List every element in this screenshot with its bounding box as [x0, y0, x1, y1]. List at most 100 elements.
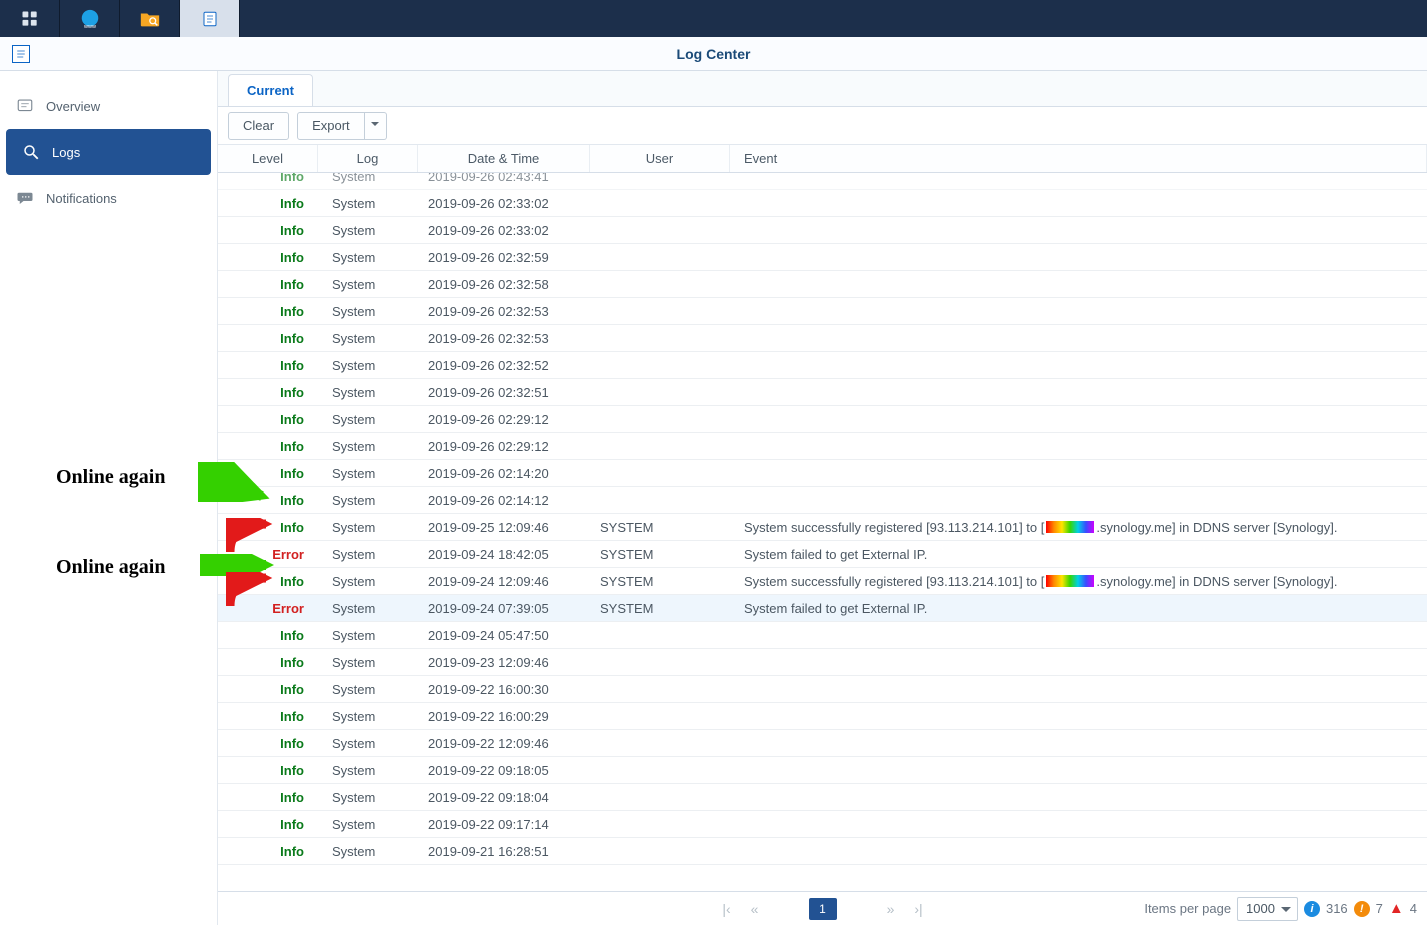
table-row[interactable]: InfoSystem2019-09-26 02:32:53 — [218, 325, 1427, 352]
table-row[interactable]: InfoSystem2019-09-24 12:09:46SYSTEMSyste… — [218, 568, 1427, 595]
taskbar-main-menu[interactable] — [0, 0, 60, 37]
table-row[interactable]: InfoSystem2019-09-22 09:17:14 — [218, 811, 1427, 838]
table-row[interactable]: InfoSystem2019-09-25 12:09:46SYSTEMSyste… — [218, 514, 1427, 541]
page-prev[interactable]: « — [741, 901, 769, 917]
cell-user — [590, 173, 730, 189]
table-row[interactable]: InfoSystem2019-09-26 02:32:53 — [218, 298, 1427, 325]
table-row[interactable]: InfoSystem2019-09-26 02:32:51 — [218, 379, 1427, 406]
cell-event — [730, 379, 1427, 405]
svg-text:www: www — [83, 24, 96, 30]
cell-log: System — [318, 676, 418, 702]
cell-user: SYSTEM — [590, 595, 730, 621]
cell-datetime: 2019-09-26 02:43:41 — [418, 173, 590, 189]
table-row[interactable]: ErrorSystem2019-09-24 07:39:05SYSTEMSyst… — [218, 595, 1427, 622]
th-log[interactable]: Log — [318, 145, 418, 172]
cell-datetime: 2019-09-21 16:28:51 — [418, 838, 590, 864]
cell-log: System — [318, 460, 418, 486]
tab-current[interactable]: Current — [228, 74, 313, 106]
table-row[interactable]: InfoSystem2019-09-24 05:47:50 — [218, 622, 1427, 649]
th-user[interactable]: User — [590, 145, 730, 172]
cell-level: Info — [218, 244, 318, 270]
cell-level: Info — [218, 217, 318, 243]
table-row[interactable]: InfoSystem2019-09-26 02:29:12 — [218, 406, 1427, 433]
cell-log: System — [318, 730, 418, 756]
cell-level: Info — [218, 730, 318, 756]
cell-datetime: 2019-09-26 02:14:20 — [418, 460, 590, 486]
cell-event — [730, 271, 1427, 297]
cell-user: SYSTEM — [590, 514, 730, 540]
table-row[interactable]: InfoSystem2019-09-26 02:32:59 — [218, 244, 1427, 271]
table-row[interactable]: InfoSystem2019-09-23 12:09:46 — [218, 649, 1427, 676]
th-datetime[interactable]: Date & Time — [418, 145, 590, 172]
taskbar-web[interactable]: www — [60, 0, 120, 37]
cell-log: System — [318, 757, 418, 783]
cell-event — [730, 784, 1427, 810]
table-row[interactable]: InfoSystem2019-09-26 02:32:52 — [218, 352, 1427, 379]
table-row[interactable]: InfoSystem2019-09-26 02:32:58 — [218, 271, 1427, 298]
sidebar-item-notifications[interactable]: Notifications — [0, 175, 217, 221]
page-next[interactable]: » — [877, 901, 905, 917]
cell-event — [730, 811, 1427, 837]
table-row[interactable]: ErrorSystem2019-09-24 18:42:05SYSTEMSyst… — [218, 541, 1427, 568]
page-last[interactable]: ›| — [905, 901, 933, 917]
cell-user — [590, 730, 730, 756]
cell-level: Info — [218, 433, 318, 459]
cell-level: Info — [218, 757, 318, 783]
cell-level: Info — [218, 298, 318, 324]
cell-level: Info — [218, 703, 318, 729]
ipp-select[interactable]: 1000 — [1237, 897, 1298, 921]
th-event[interactable]: Event — [730, 145, 1427, 172]
cell-user — [590, 217, 730, 243]
table-row[interactable]: InfoSystem2019-09-22 09:18:05 — [218, 757, 1427, 784]
table-row[interactable]: InfoSystem2019-09-26 02:33:02 — [218, 217, 1427, 244]
table-row[interactable]: InfoSystem2019-09-26 02:14:12 — [218, 487, 1427, 514]
taskbar-files[interactable] — [120, 0, 180, 37]
cell-event — [730, 487, 1427, 513]
cell-level: Info — [218, 190, 318, 216]
cell-datetime: 2019-09-24 12:09:46 — [418, 568, 590, 594]
table-body[interactable]: InfoSystem2019-09-26 02:43:41InfoSystem2… — [218, 173, 1427, 891]
table-header: Level Log Date & Time User Event — [218, 145, 1427, 173]
cell-level: Info — [218, 676, 318, 702]
cell-event — [730, 460, 1427, 486]
cell-log: System — [318, 217, 418, 243]
cell-log: System — [318, 811, 418, 837]
sidebar-item-overview[interactable]: Overview — [0, 83, 217, 129]
table-row[interactable]: InfoSystem2019-09-26 02:29:12 — [218, 433, 1427, 460]
sidebar-item-logs[interactable]: Logs — [6, 129, 211, 175]
cell-event — [730, 433, 1427, 459]
cell-event — [730, 325, 1427, 351]
cell-datetime: 2019-09-24 07:39:05 — [418, 595, 590, 621]
cell-user — [590, 649, 730, 675]
table-row[interactable]: InfoSystem2019-09-22 16:00:30 — [218, 676, 1427, 703]
page-first[interactable]: |‹ — [713, 901, 741, 917]
cell-event — [730, 838, 1427, 864]
cell-log: System — [318, 622, 418, 648]
table-row[interactable]: InfoSystem2019-09-22 16:00:29 — [218, 703, 1427, 730]
table-row[interactable]: InfoSystem2019-09-22 09:18:04 — [218, 784, 1427, 811]
cell-level: Info — [218, 352, 318, 378]
export-dropdown[interactable] — [365, 112, 387, 140]
table-row[interactable]: InfoSystem2019-09-26 02:43:41 — [218, 173, 1427, 190]
table-row[interactable]: InfoSystem2019-09-22 12:09:46 — [218, 730, 1427, 757]
info-badge-icon: i — [1304, 901, 1320, 917]
taskbar-logcenter[interactable] — [180, 0, 240, 37]
table-row[interactable]: InfoSystem2019-09-21 16:28:51 — [218, 838, 1427, 865]
cell-log: System — [318, 406, 418, 432]
cell-level: Info — [218, 649, 318, 675]
table-row[interactable]: InfoSystem2019-09-26 02:14:20 — [218, 460, 1427, 487]
cell-user — [590, 298, 730, 324]
th-level[interactable]: Level — [218, 145, 318, 172]
warn-count: 7 — [1376, 901, 1383, 916]
cell-log: System — [318, 271, 418, 297]
export-button[interactable]: Export — [297, 112, 365, 140]
clear-button[interactable]: Clear — [228, 112, 289, 140]
cell-user — [590, 460, 730, 486]
cell-datetime: 2019-09-26 02:32:53 — [418, 325, 590, 351]
cell-level: Info — [218, 622, 318, 648]
cell-event — [730, 676, 1427, 702]
cell-datetime: 2019-09-22 16:00:30 — [418, 676, 590, 702]
warn-badge-icon: ! — [1354, 901, 1370, 917]
table-row[interactable]: InfoSystem2019-09-26 02:33:02 — [218, 190, 1427, 217]
cell-log: System — [318, 433, 418, 459]
